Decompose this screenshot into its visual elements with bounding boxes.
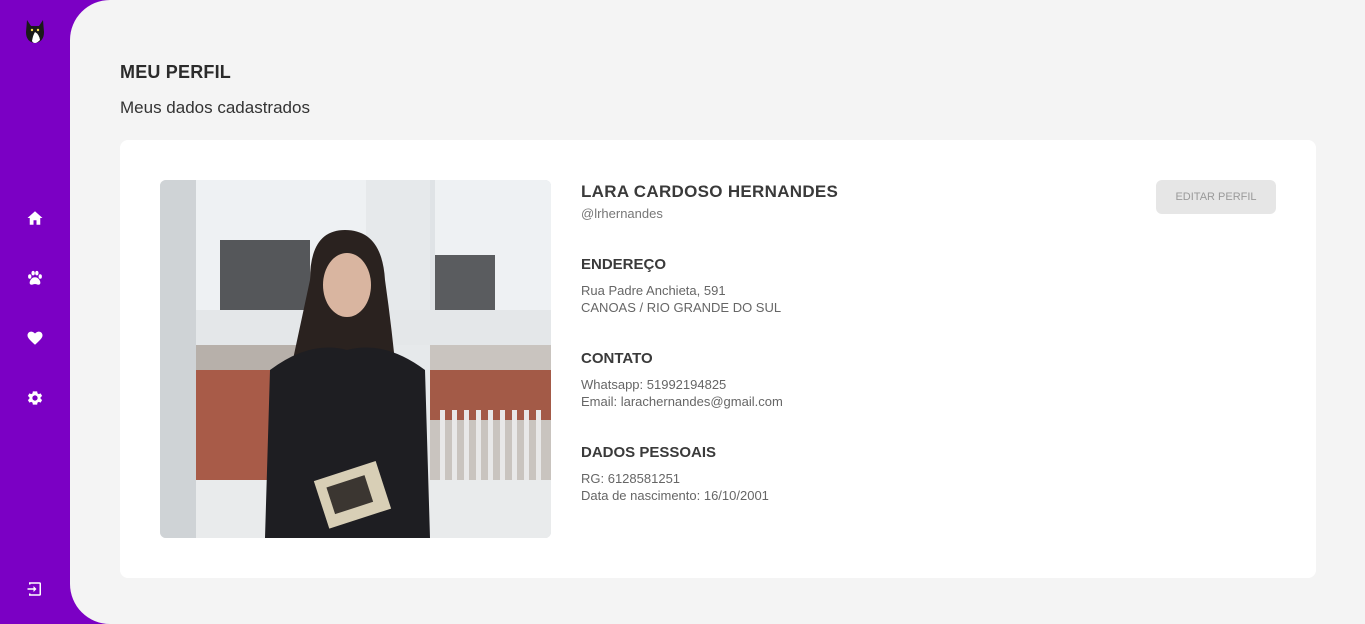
contact-title: CONTATO bbox=[581, 350, 653, 367]
nav-home-button[interactable] bbox=[23, 206, 47, 230]
logout-button[interactable] bbox=[23, 577, 47, 601]
edit-profile-button[interactable]: EDITAR PERFIL bbox=[1156, 180, 1276, 214]
profile-card: LARA CARDOSO HERNANDES @lrhernandes ENDE… bbox=[120, 140, 1316, 578]
cat-logo-icon[interactable] bbox=[23, 18, 47, 44]
address-city-state: CANOAS / RIO GRANDE DO SUL bbox=[581, 300, 782, 315]
page-subtitle: Meus dados cadastrados bbox=[120, 98, 310, 117]
nav-favorites-button[interactable] bbox=[23, 326, 47, 350]
personal-birth-date: Data de nascimento: 16/10/2001 bbox=[581, 488, 769, 503]
nav-pets-button[interactable] bbox=[23, 266, 47, 290]
personal-rg: RG: 6128581251 bbox=[581, 471, 681, 486]
address-title: ENDEREÇO bbox=[581, 256, 667, 273]
contact-email: Email: larachernandes@gmail.com bbox=[581, 394, 783, 409]
personal-title: DADOS PESSOAIS bbox=[581, 444, 717, 461]
home-icon bbox=[27, 211, 43, 225]
nav-settings-button[interactable] bbox=[23, 386, 47, 410]
paw-icon bbox=[28, 270, 42, 285]
page-title: MEU PERFIL bbox=[120, 62, 232, 82]
gear-icon bbox=[27, 391, 43, 405]
sidebar bbox=[0, 0, 70, 624]
heart-icon bbox=[27, 331, 43, 345]
profile-photo bbox=[160, 180, 551, 538]
logout-icon bbox=[27, 582, 41, 596]
profile-name: LARA CARDOSO HERNANDES bbox=[581, 182, 839, 201]
profile-username: @lrhernandes bbox=[581, 206, 663, 221]
main-content: MEU PERFIL Meus dados cadastrados LARA C… bbox=[70, 0, 1365, 624]
contact-whatsapp: Whatsapp: 51992194825 bbox=[581, 377, 727, 392]
address-street: Rua Padre Anchieta, 591 bbox=[581, 283, 726, 298]
